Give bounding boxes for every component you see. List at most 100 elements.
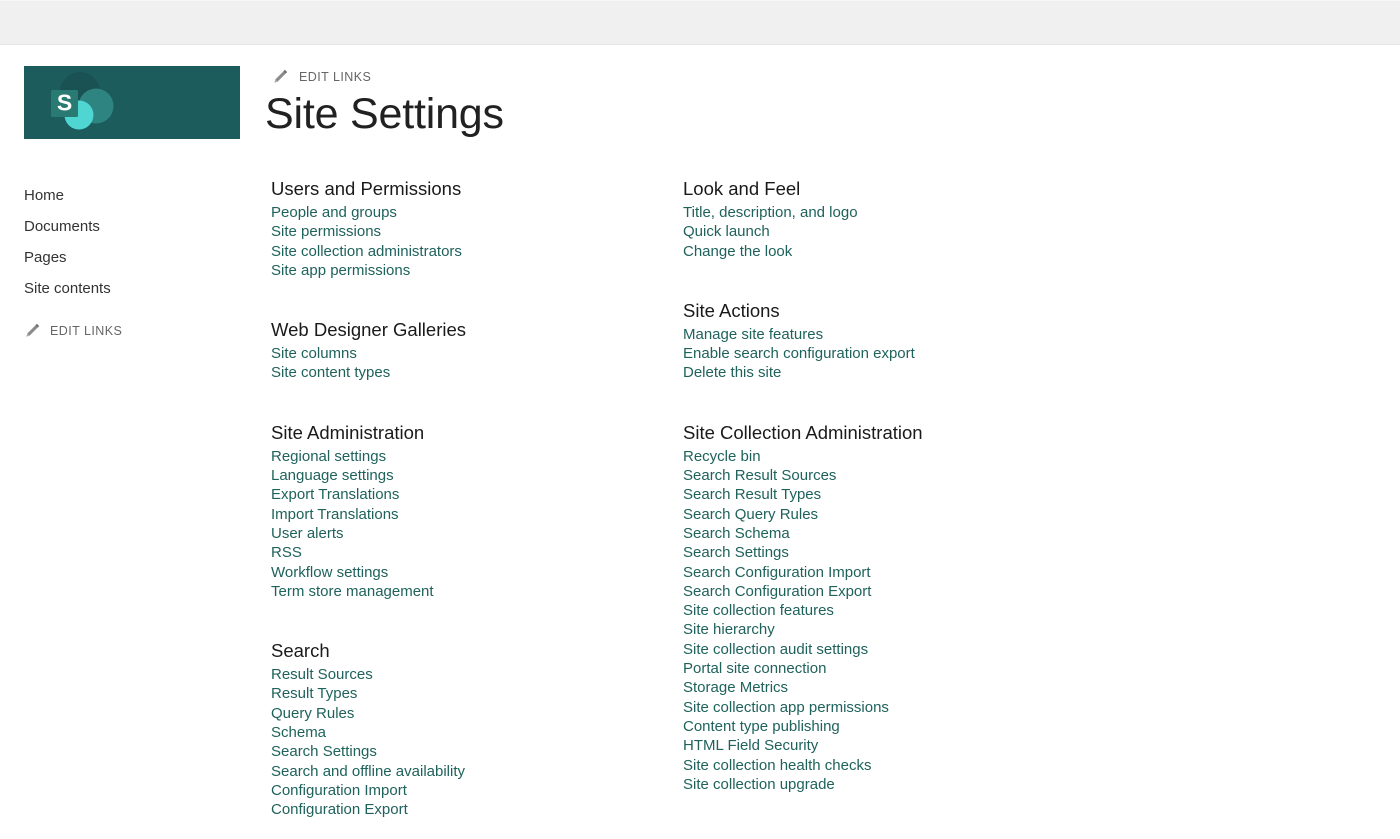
settings-link-search-result-types[interactable]: Search Result Types [683, 485, 821, 504]
settings-link-manage-site-features[interactable]: Manage site features [683, 325, 823, 344]
list-item: Portal site connection [676, 659, 1088, 678]
list-item: Title, description, and logo [676, 203, 1088, 222]
list-item: Storage Metrics [676, 678, 1088, 697]
settings-link-regional-settings[interactable]: Regional settings [271, 447, 386, 466]
list-item: Site columns [264, 344, 676, 363]
nav-item-home[interactable]: Home [0, 180, 262, 211]
group-title: Site Actions [683, 299, 1088, 323]
settings-group-site-collection-administration: Site Collection Administration Recycle b… [676, 421, 1088, 794]
settings-link-site-collection-health-checks[interactable]: Site collection health checks [683, 756, 871, 775]
settings-link-rss[interactable]: RSS [271, 543, 302, 562]
list-item: RSS [264, 543, 676, 562]
settings-link-site-content-types[interactable]: Site content types [271, 363, 390, 382]
list-item: Site collection health checks [676, 756, 1088, 775]
settings-link-search-result-sources[interactable]: Search Result Sources [683, 466, 836, 485]
sharepoint-logo: S [24, 66, 240, 139]
settings-link-html-field-security[interactable]: HTML Field Security [683, 736, 818, 755]
settings-link-portal-site-connection[interactable]: Portal site connection [683, 659, 826, 678]
pencil-icon [24, 322, 41, 339]
list-item: Content type publishing [676, 717, 1088, 736]
settings-link-site-permissions[interactable]: Site permissions [271, 222, 381, 241]
group-title: Users and Permissions [271, 177, 676, 201]
settings-link-language-settings[interactable]: Language settings [271, 466, 394, 485]
list-item: People and groups [264, 203, 676, 222]
settings-column-right: Look and Feel Title, description, and lo… [676, 177, 1088, 794]
list-item: Search Result Sources [676, 466, 1088, 485]
list-item: Result Types [264, 684, 676, 703]
list-item: Search and offline availability [264, 762, 676, 781]
list-item: Query Rules [264, 704, 676, 723]
settings-link-quick-launch[interactable]: Quick launch [683, 222, 770, 241]
settings-link-title-description-and-logo[interactable]: Title, description, and logo [683, 203, 858, 222]
list-item: Result Sources [264, 665, 676, 684]
settings-link-change-the-look[interactable]: Change the look [683, 242, 792, 261]
nav-item-documents[interactable]: Documents [0, 211, 262, 242]
settings-link-search-configuration-import[interactable]: Search Configuration Import [683, 563, 871, 582]
settings-link-content-type-publishing[interactable]: Content type publishing [683, 717, 840, 736]
settings-link-export-translations[interactable]: Export Translations [271, 485, 399, 504]
list-item: Site collection audit settings [676, 640, 1088, 659]
list-item: Configuration Import [264, 781, 676, 800]
settings-link-search-schema[interactable]: Search Schema [683, 524, 790, 543]
settings-link-term-store-management[interactable]: Term store management [271, 582, 434, 601]
settings-link-search-and-offline-availability[interactable]: Search and offline availability [271, 762, 465, 781]
suite-bar [0, 0, 1400, 45]
list-item: Language settings [264, 466, 676, 485]
settings-link-site-collection-administrators[interactable]: Site collection administrators [271, 242, 462, 261]
settings-link-site-hierarchy[interactable]: Site hierarchy [683, 620, 775, 639]
list-item: Site collection administrators [264, 242, 676, 261]
list-item: Site collection features [676, 601, 1088, 620]
settings-group-web-designer-galleries: Web Designer Galleries Site columns Site… [264, 318, 676, 383]
group-title: Search [271, 639, 676, 663]
list-item: Term store management [264, 582, 676, 601]
settings-link-site-collection-audit-settings[interactable]: Site collection audit settings [683, 640, 868, 659]
settings-link-search-settings[interactable]: Search Settings [683, 543, 789, 562]
list-item: Search Configuration Export [676, 582, 1088, 601]
header-edit-links-button[interactable]: EDIT LINKS [272, 68, 504, 85]
settings-link-configuration-export[interactable]: Configuration Export [271, 800, 408, 819]
list-item: Import Translations [264, 505, 676, 524]
settings-link-schema[interactable]: Schema [271, 723, 326, 742]
settings-group-site-administration: Site Administration Regional settings La… [264, 421, 676, 601]
settings-link-result-types[interactable]: Result Types [271, 684, 357, 703]
list-item: Recycle bin [676, 447, 1088, 466]
list-item: Configuration Export [264, 800, 676, 819]
settings-link-site-collection-features[interactable]: Site collection features [683, 601, 834, 620]
settings-link-search-settings[interactable]: Search Settings [271, 742, 377, 761]
page-header: EDIT LINKS Site Settings [264, 68, 504, 141]
settings-link-configuration-import[interactable]: Configuration Import [271, 781, 407, 800]
settings-link-recycle-bin[interactable]: Recycle bin [683, 447, 761, 466]
list-item: Site permissions [264, 222, 676, 241]
settings-link-site-collection-app-permissions[interactable]: Site collection app permissions [683, 698, 889, 717]
list-item: Site collection app permissions [676, 698, 1088, 717]
settings-link-query-rules[interactable]: Query Rules [271, 704, 354, 723]
nav-item-pages[interactable]: Pages [0, 242, 262, 273]
group-link-list: Recycle bin Search Result Sources Search… [676, 447, 1088, 794]
settings-link-people-and-groups[interactable]: People and groups [271, 203, 397, 222]
list-item: Search Configuration Import [676, 563, 1088, 582]
settings-link-delete-this-site[interactable]: Delete this site [683, 363, 781, 382]
group-title: Web Designer Galleries [271, 318, 676, 342]
settings-link-site-collection-upgrade[interactable]: Site collection upgrade [683, 775, 835, 794]
list-item: Site collection upgrade [676, 775, 1088, 794]
settings-link-search-query-rules[interactable]: Search Query Rules [683, 505, 818, 524]
list-item: Site app permissions [264, 261, 676, 280]
nav-item-site-contents[interactable]: Site contents [0, 273, 262, 304]
list-item: Change the look [676, 242, 1088, 261]
settings-link-import-translations[interactable]: Import Translations [271, 505, 399, 524]
list-item: Schema [264, 723, 676, 742]
nav-edit-links-button[interactable]: EDIT LINKS [24, 322, 122, 339]
settings-link-result-sources[interactable]: Result Sources [271, 665, 373, 684]
settings-link-enable-search-configuration-export[interactable]: Enable search configuration export [683, 344, 915, 363]
settings-link-workflow-settings[interactable]: Workflow settings [271, 563, 388, 582]
group-link-list: Title, description, and logo Quick launc… [676, 203, 1088, 261]
settings-columns: Users and Permissions People and groups … [264, 177, 1364, 820]
settings-link-storage-metrics[interactable]: Storage Metrics [683, 678, 788, 697]
settings-link-search-configuration-export[interactable]: Search Configuration Export [683, 582, 871, 601]
settings-link-user-alerts[interactable]: User alerts [271, 524, 344, 543]
settings-column-left: Users and Permissions People and groups … [264, 177, 676, 820]
pencil-icon [272, 68, 289, 85]
list-item: Workflow settings [264, 563, 676, 582]
settings-link-site-columns[interactable]: Site columns [271, 344, 357, 363]
settings-link-site-app-permissions[interactable]: Site app permissions [271, 261, 410, 280]
